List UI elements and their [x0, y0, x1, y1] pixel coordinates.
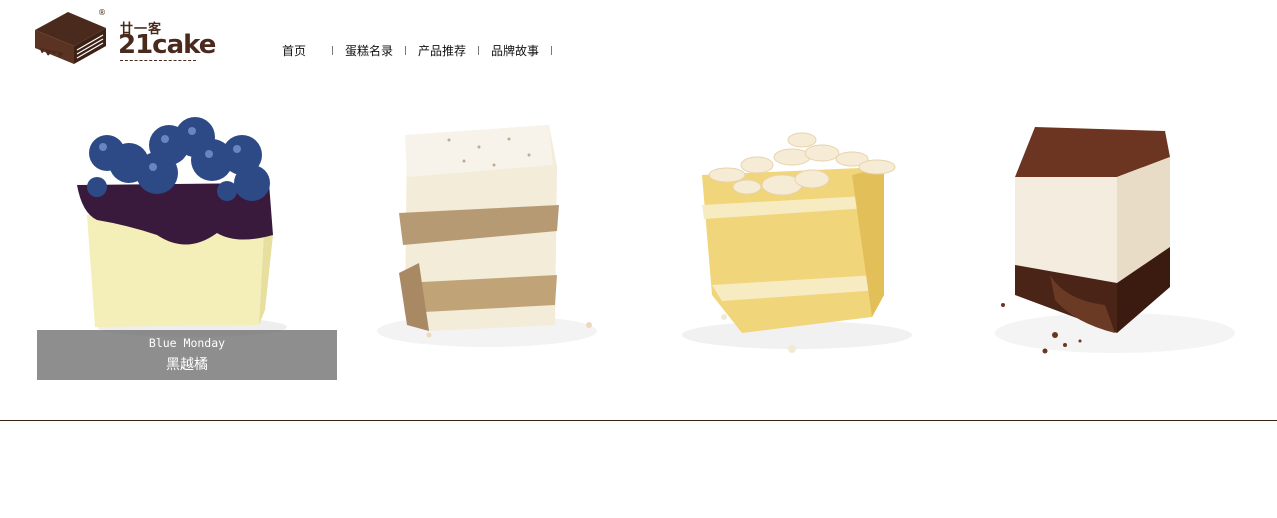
- brand-logo[interactable]: ® 廿一客 21cake: [30, 8, 216, 72]
- cake-card-chocolate-mousse[interactable]: [955, 95, 1237, 380]
- cake-logo-icon: [35, 12, 106, 64]
- caption-name-cn: 黑越橘: [166, 357, 208, 373]
- nav-item-home[interactable]: 首页: [262, 42, 332, 59]
- cake-card-layered[interactable]: [359, 95, 614, 380]
- content-divider: [0, 420, 1277, 421]
- nav-item-brand-story[interactable]: 品牌故事: [479, 42, 551, 59]
- main-nav: 首页 蛋糕名录 产品推荐 品牌故事: [262, 40, 553, 60]
- brand-name-en: 21cake: [118, 30, 216, 60]
- registered-mark: ®: [98, 8, 106, 17]
- cake-caption: Blue Monday 黑越橘: [37, 330, 337, 380]
- caption-name-en: Blue Monday: [148, 336, 226, 350]
- cake-card-blueberry[interactable]: Blue Monday 黑越橘: [37, 95, 337, 380]
- cake-gallery: Blue Monday 黑越橘: [37, 95, 1237, 385]
- almond-cake-image: [652, 95, 937, 380]
- chocolate-mousse-image: [955, 95, 1237, 380]
- logo-underline: [120, 60, 196, 61]
- nav-item-cake-catalog[interactable]: 蛋糕名录: [333, 42, 405, 59]
- layered-cake-image: [359, 95, 614, 380]
- cake-card-almond[interactable]: [652, 95, 937, 380]
- nav-item-recommended[interactable]: 产品推荐: [406, 42, 478, 59]
- nav-divider: [551, 45, 553, 55]
